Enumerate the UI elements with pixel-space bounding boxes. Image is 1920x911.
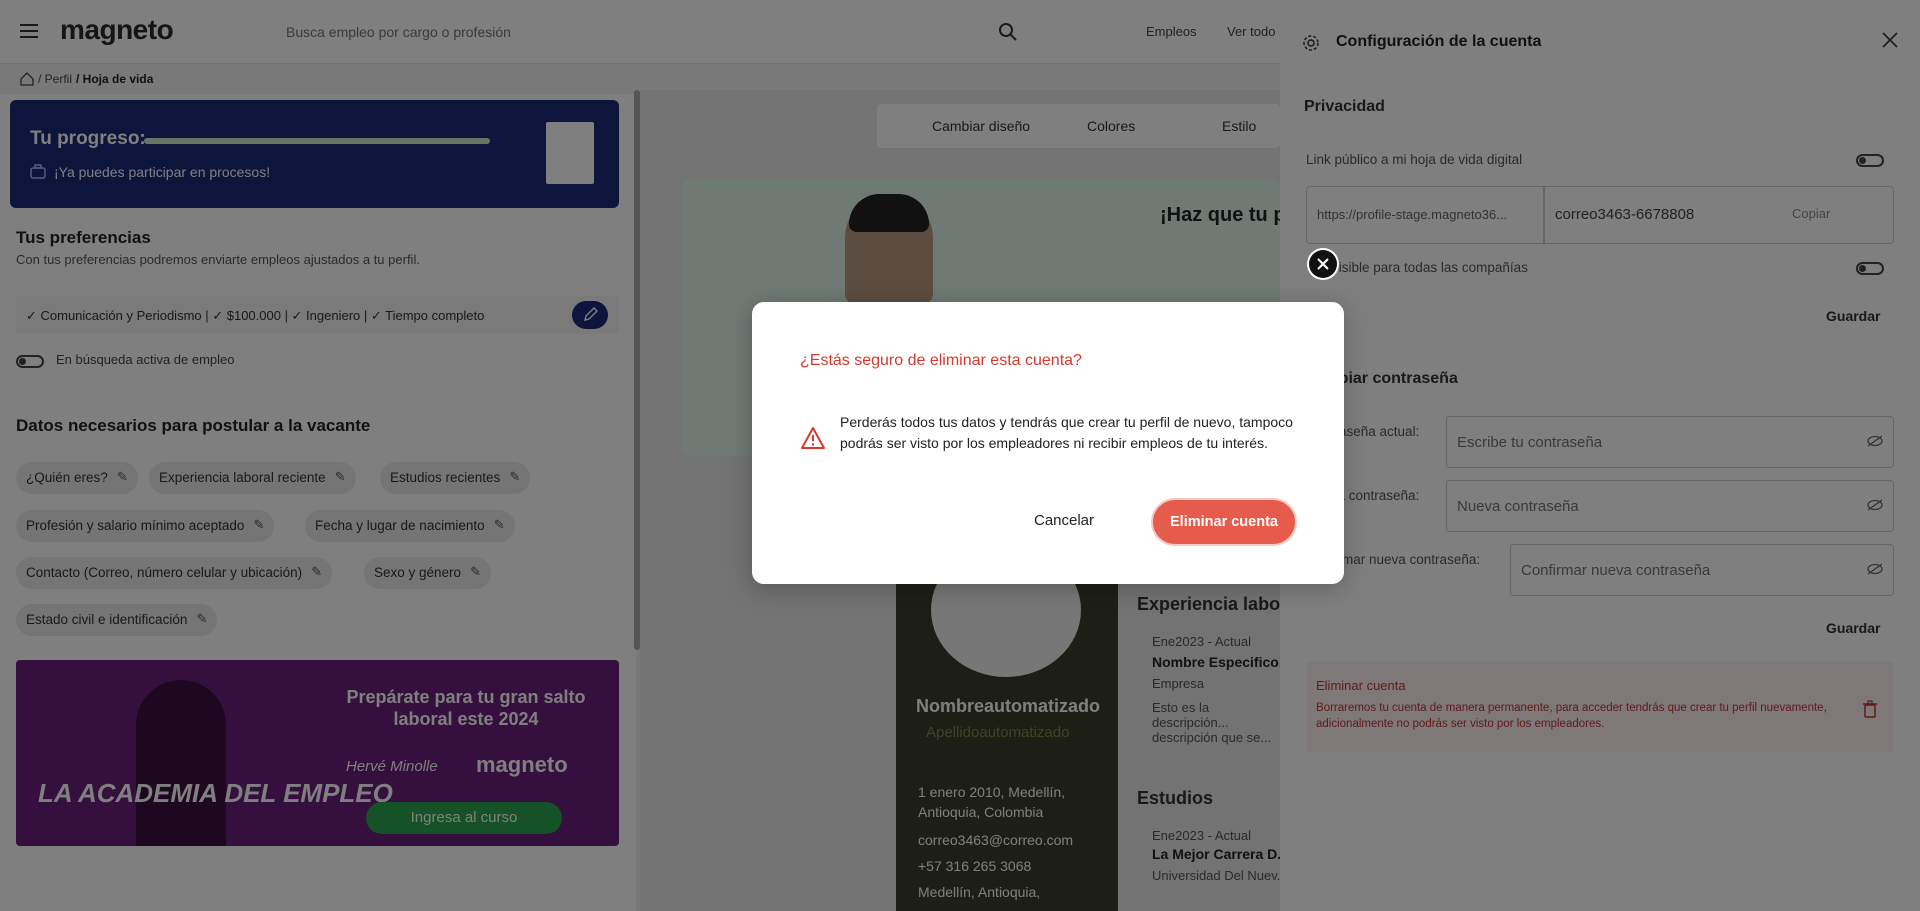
delete-confirm-modal: ¿Estás seguro de eliminar esta cuenta? P… bbox=[752, 302, 1344, 584]
cancel-button[interactable]: Cancelar bbox=[1014, 498, 1114, 542]
close-icon bbox=[1309, 250, 1337, 278]
close-modal-button[interactable] bbox=[1307, 248, 1339, 280]
warning-icon bbox=[801, 427, 825, 449]
modal-title: ¿Estás seguro de eliminar esta cuenta? bbox=[800, 352, 1082, 369]
delete-account-button[interactable]: Eliminar cuenta bbox=[1151, 498, 1297, 546]
modal-body: Perderás todos tus datos y tendrás que c… bbox=[840, 414, 1293, 451]
